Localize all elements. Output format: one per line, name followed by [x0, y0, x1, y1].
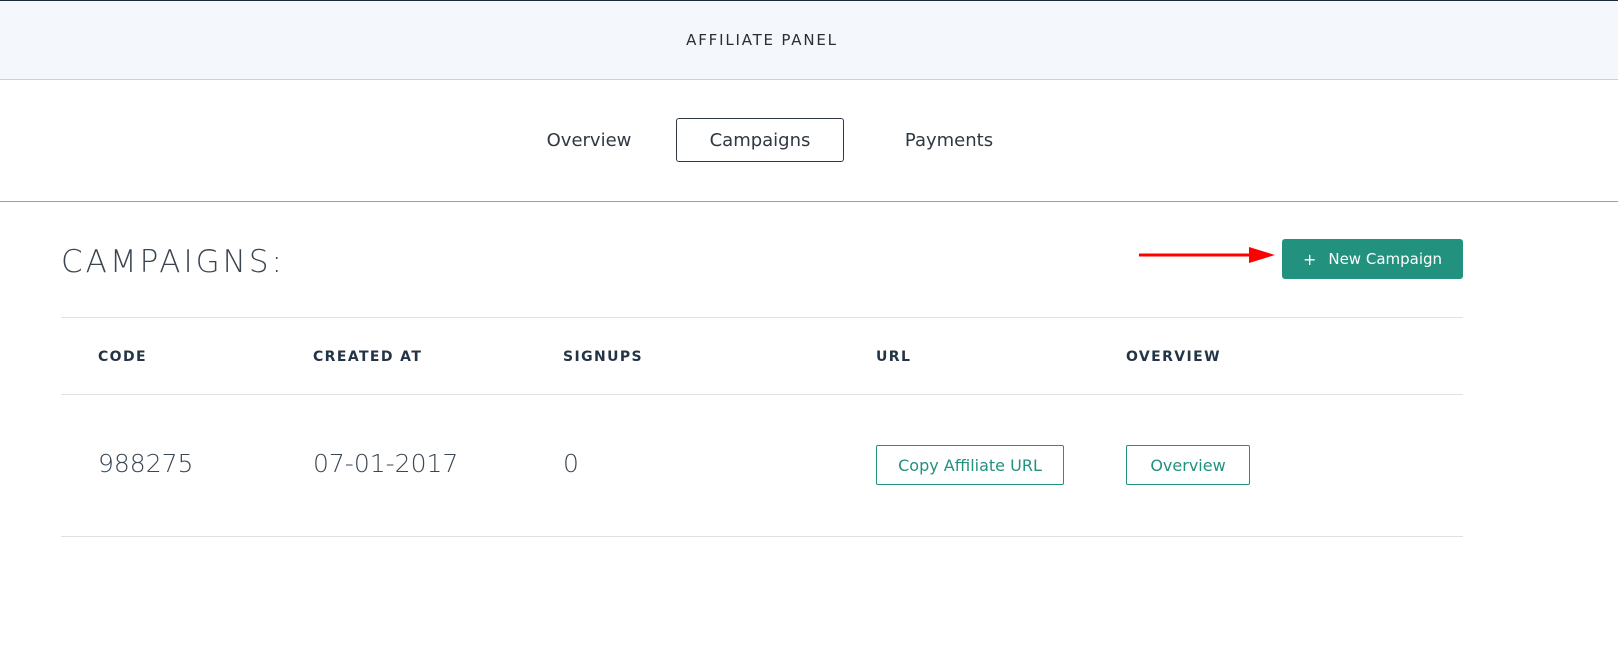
- new-campaign-label: New Campaign: [1328, 250, 1443, 268]
- column-header-overview: OVERVIEW: [1126, 349, 1221, 365]
- new-campaign-button[interactable]: + New Campaign: [1282, 239, 1463, 279]
- column-header-url: URL: [876, 349, 912, 365]
- cell-signups: 0: [563, 449, 579, 478]
- column-header-created-at: CREATED AT: [313, 349, 423, 365]
- column-header-signups: SIGNUPS: [563, 349, 644, 365]
- red-arrow-icon: [1139, 247, 1275, 263]
- copy-affiliate-url-button[interactable]: Copy Affiliate URL: [876, 445, 1064, 485]
- tab-overview[interactable]: Overview: [524, 118, 654, 162]
- cell-code: 988275: [98, 449, 194, 478]
- table-row: 988275 07-01-2017 0 Copy Affiliate URL O…: [61, 395, 1463, 537]
- app-header: AFFILIATE PANEL: [0, 1, 1618, 80]
- cell-created-at: 07-01-2017: [313, 449, 459, 478]
- campaigns-table: CODE CREATED AT SIGNUPS URL OVERVIEW 988…: [61, 317, 1463, 537]
- column-header-code: CODE: [98, 349, 147, 365]
- page-header-title: AFFILIATE PANEL: [686, 31, 838, 49]
- section-title: CAMPAIGNS:: [61, 244, 285, 280]
- tab-campaigns[interactable]: Campaigns: [676, 118, 844, 162]
- tab-bar: Overview Campaigns Payments: [0, 80, 1618, 202]
- table-header: CODE CREATED AT SIGNUPS URL OVERVIEW: [61, 317, 1463, 395]
- overview-button[interactable]: Overview: [1126, 445, 1250, 485]
- plus-icon: +: [1302, 249, 1317, 269]
- tab-payments[interactable]: Payments: [880, 118, 1018, 162]
